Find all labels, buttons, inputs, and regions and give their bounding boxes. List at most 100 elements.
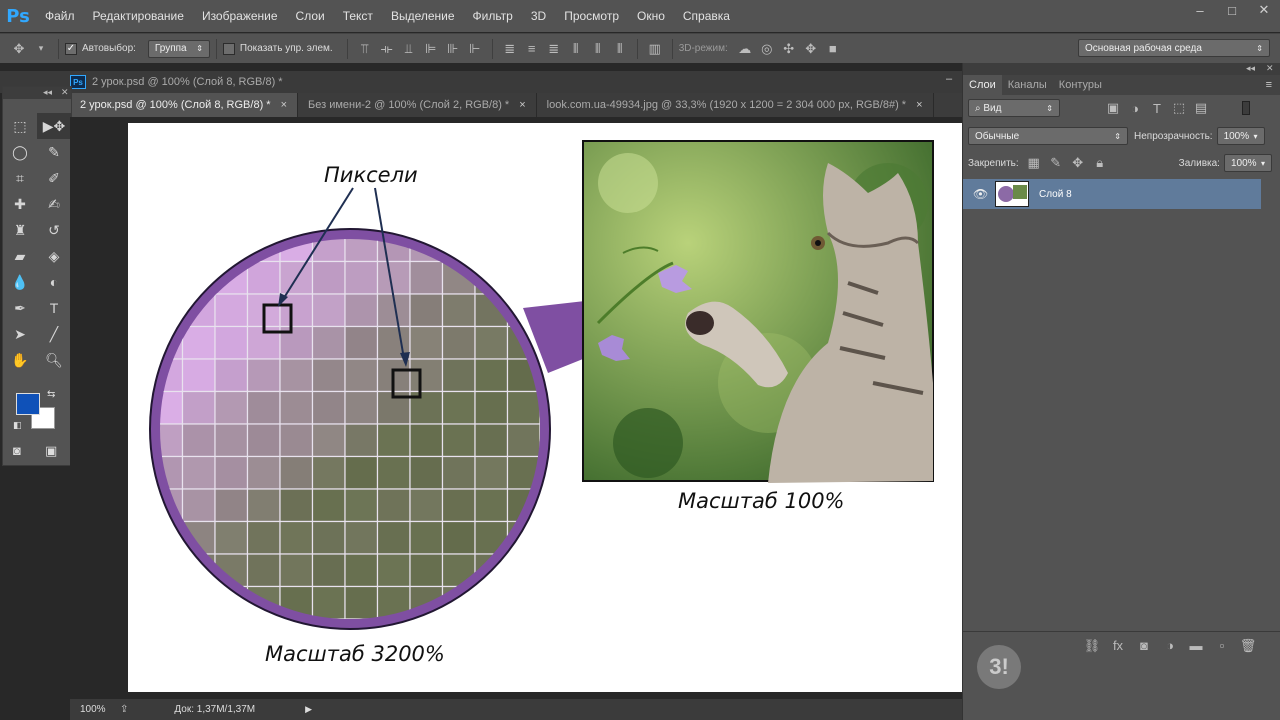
distribute-vcenter-icon[interactable]: ≡: [523, 40, 541, 58]
menu-3d[interactable]: 3D: [522, 0, 555, 32]
filter-pixel-icon[interactable]: ▣: [1104, 99, 1122, 117]
stamp-tool-icon[interactable]: ♜: [3, 217, 37, 243]
menu-filter[interactable]: Фильтр: [464, 0, 522, 32]
dodge-tool-icon[interactable]: ◐: [37, 269, 71, 295]
blend-mode-dropdown[interactable]: Обычные ⇕: [968, 127, 1128, 145]
align-right-icon[interactable]: ⊩: [466, 40, 484, 58]
autoselect-dropdown[interactable]: Группа ⇕: [147, 39, 210, 58]
distribute-hcenter-icon[interactable]: ⦀: [589, 40, 607, 58]
trash-icon[interactable]: 🗑︎: [1235, 638, 1261, 654]
mask-icon[interactable]: ◙: [1131, 638, 1157, 653]
distribute-left-icon[interactable]: ⦀: [567, 40, 585, 58]
new-layer-icon[interactable]: ▫: [1209, 638, 1235, 653]
tab-channels[interactable]: Каналы: [1002, 75, 1053, 95]
eye-icon[interactable]: 👁︎: [973, 187, 988, 201]
scale-3d-icon[interactable]: ■: [824, 40, 842, 58]
filter-adjustment-icon[interactable]: ◑: [1126, 99, 1144, 117]
tab-layers[interactable]: Слои: [963, 75, 1002, 95]
folder-icon[interactable]: ▬: [1183, 638, 1209, 653]
adjustment-icon[interactable]: ◑: [1157, 638, 1183, 653]
eraser-tool-icon[interactable]: ▰: [3, 243, 37, 269]
menu-text[interactable]: Текст: [334, 0, 382, 32]
menu-help[interactable]: Справка: [674, 0, 739, 32]
zoom-level[interactable]: 100%: [80, 704, 116, 715]
menu-edit[interactable]: Редактирование: [84, 0, 193, 32]
menu-file[interactable]: Файл: [36, 0, 84, 32]
filter-smart-icon[interactable]: ▤: [1192, 99, 1210, 117]
lock-all-icon[interactable]: 🔒︎: [1091, 154, 1109, 172]
distribute-right-icon[interactable]: ⦀: [611, 40, 629, 58]
maximize-button[interactable]: □: [1216, 0, 1248, 20]
align-bottom-icon[interactable]: ⫫: [400, 40, 418, 58]
tools-panel-header[interactable]: ◂◂ ✕: [3, 87, 71, 99]
blur-tool-icon[interactable]: 💧: [3, 269, 37, 295]
filter-toggle[interactable]: [1242, 101, 1250, 115]
chevron-down-icon[interactable]: ▾: [32, 40, 50, 58]
menu-view[interactable]: Просмотр: [555, 0, 628, 32]
lock-image-icon[interactable]: ✎: [1047, 154, 1065, 172]
distribute-top-icon[interactable]: ≣: [501, 40, 519, 58]
photoshop-logo[interactable]: Ps: [0, 0, 36, 32]
auto-align-icon[interactable]: ▥: [646, 40, 664, 58]
menu-icon[interactable]: ✕: [61, 87, 69, 98]
align-hcenter-icon[interactable]: ⊪: [444, 40, 462, 58]
tab-look-com-ua[interactable]: look.com.ua-49934.jpg @ 33,3% (1920 x 12…: [537, 93, 934, 117]
healing-brush-tool-icon[interactable]: ✚: [3, 191, 37, 217]
slide-3d-icon[interactable]: ✥: [802, 40, 820, 58]
fill-field[interactable]: 100% ▾: [1223, 154, 1272, 172]
workspace-dropdown[interactable]: Основная рабочая среда ⇕: [1078, 39, 1270, 57]
move-tool-icon[interactable]: ✥: [10, 40, 28, 58]
pan-3d-icon[interactable]: ✣: [780, 40, 798, 58]
export-icon[interactable]: ⇪: [120, 704, 128, 715]
close-icon[interactable]: ×: [281, 99, 287, 111]
eyedropper-tool-icon[interactable]: ✐: [37, 165, 71, 191]
orbit-3d-icon[interactable]: ☁: [736, 40, 754, 58]
tab-bez-imeni-2[interactable]: Без имени-2 @ 100% (Слой 2, RGB/8) * ×: [298, 93, 537, 117]
align-vcenter-icon[interactable]: ⟛: [378, 40, 396, 58]
tab-paths[interactable]: Контуры: [1053, 75, 1108, 95]
layer-row[interactable]: 👁︎ Слой 8: [963, 179, 1261, 209]
collapse-icon[interactable]: ◂◂: [1246, 63, 1255, 74]
menu-image[interactable]: Изображение: [193, 0, 287, 32]
link-icon[interactable]: ⛓: [1079, 638, 1105, 654]
close-panel-icon[interactable]: ✕: [1266, 63, 1274, 74]
status-menu-arrow-icon[interactable]: ▶: [305, 704, 312, 715]
opacity-field[interactable]: 100% ▾: [1216, 127, 1265, 145]
line-tool-icon[interactable]: ╱: [37, 321, 71, 347]
panel-menu-icon[interactable]: ≡: [1266, 79, 1272, 91]
lasso-tool-icon[interactable]: ◯: [3, 139, 37, 165]
filter-shape-icon[interactable]: ⬚: [1170, 99, 1188, 117]
document-canvas[interactable]: Пиксели Масштаб 3200% Масштаб 100%: [128, 123, 971, 692]
move-tool-icon[interactable]: ▶✥: [37, 113, 71, 139]
quick-select-tool-icon[interactable]: ✎: [37, 139, 71, 165]
bucket-tool-icon[interactable]: ◈: [37, 243, 71, 269]
close-icon[interactable]: ×: [916, 99, 922, 111]
autoselect-checkbox[interactable]: ✓: [65, 42, 77, 55]
quick-mask-icon[interactable]: ◙: [13, 443, 21, 458]
lock-transparent-icon[interactable]: ▦: [1025, 154, 1043, 172]
close-button[interactable]: ✕: [1248, 0, 1280, 20]
roll-3d-icon[interactable]: ◎: [758, 40, 776, 58]
screen-mode-icon[interactable]: ▣: [45, 443, 57, 459]
minimize-icon[interactable]: –: [946, 73, 952, 85]
minimize-button[interactable]: –: [1184, 0, 1216, 20]
layer-filter-dropdown[interactable]: ⌕ Вид ⇕: [968, 99, 1060, 117]
tab-2-urok[interactable]: 2 урок.psd @ 100% (Слой 8, RGB/8) * ×: [70, 93, 299, 117]
filter-type-icon[interactable]: T: [1148, 99, 1166, 117]
type-tool-icon[interactable]: T: [37, 295, 71, 321]
hand-tool-icon[interactable]: ✋: [3, 347, 37, 373]
zoom-tool-icon[interactable]: 🔍︎: [37, 347, 71, 373]
path-select-tool-icon[interactable]: ➤: [3, 321, 37, 347]
align-top-icon[interactable]: ⫪: [356, 40, 374, 58]
fx-icon[interactable]: fx: [1105, 638, 1131, 653]
marquee-tool-icon[interactable]: ⬚: [3, 113, 37, 139]
align-left-icon[interactable]: ⊫: [422, 40, 440, 58]
pen-tool-icon[interactable]: ✒: [3, 295, 37, 321]
default-colors-icon[interactable]: ◧: [13, 420, 22, 431]
menu-window[interactable]: Окно: [628, 0, 674, 32]
close-icon[interactable]: ×: [519, 99, 525, 111]
menu-layers[interactable]: Слои: [287, 0, 334, 32]
swap-colors-icon[interactable]: ⇆: [47, 389, 55, 400]
distribute-bottom-icon[interactable]: ≣: [545, 40, 563, 58]
brush-tool-icon[interactable]: ✍: [37, 191, 71, 217]
